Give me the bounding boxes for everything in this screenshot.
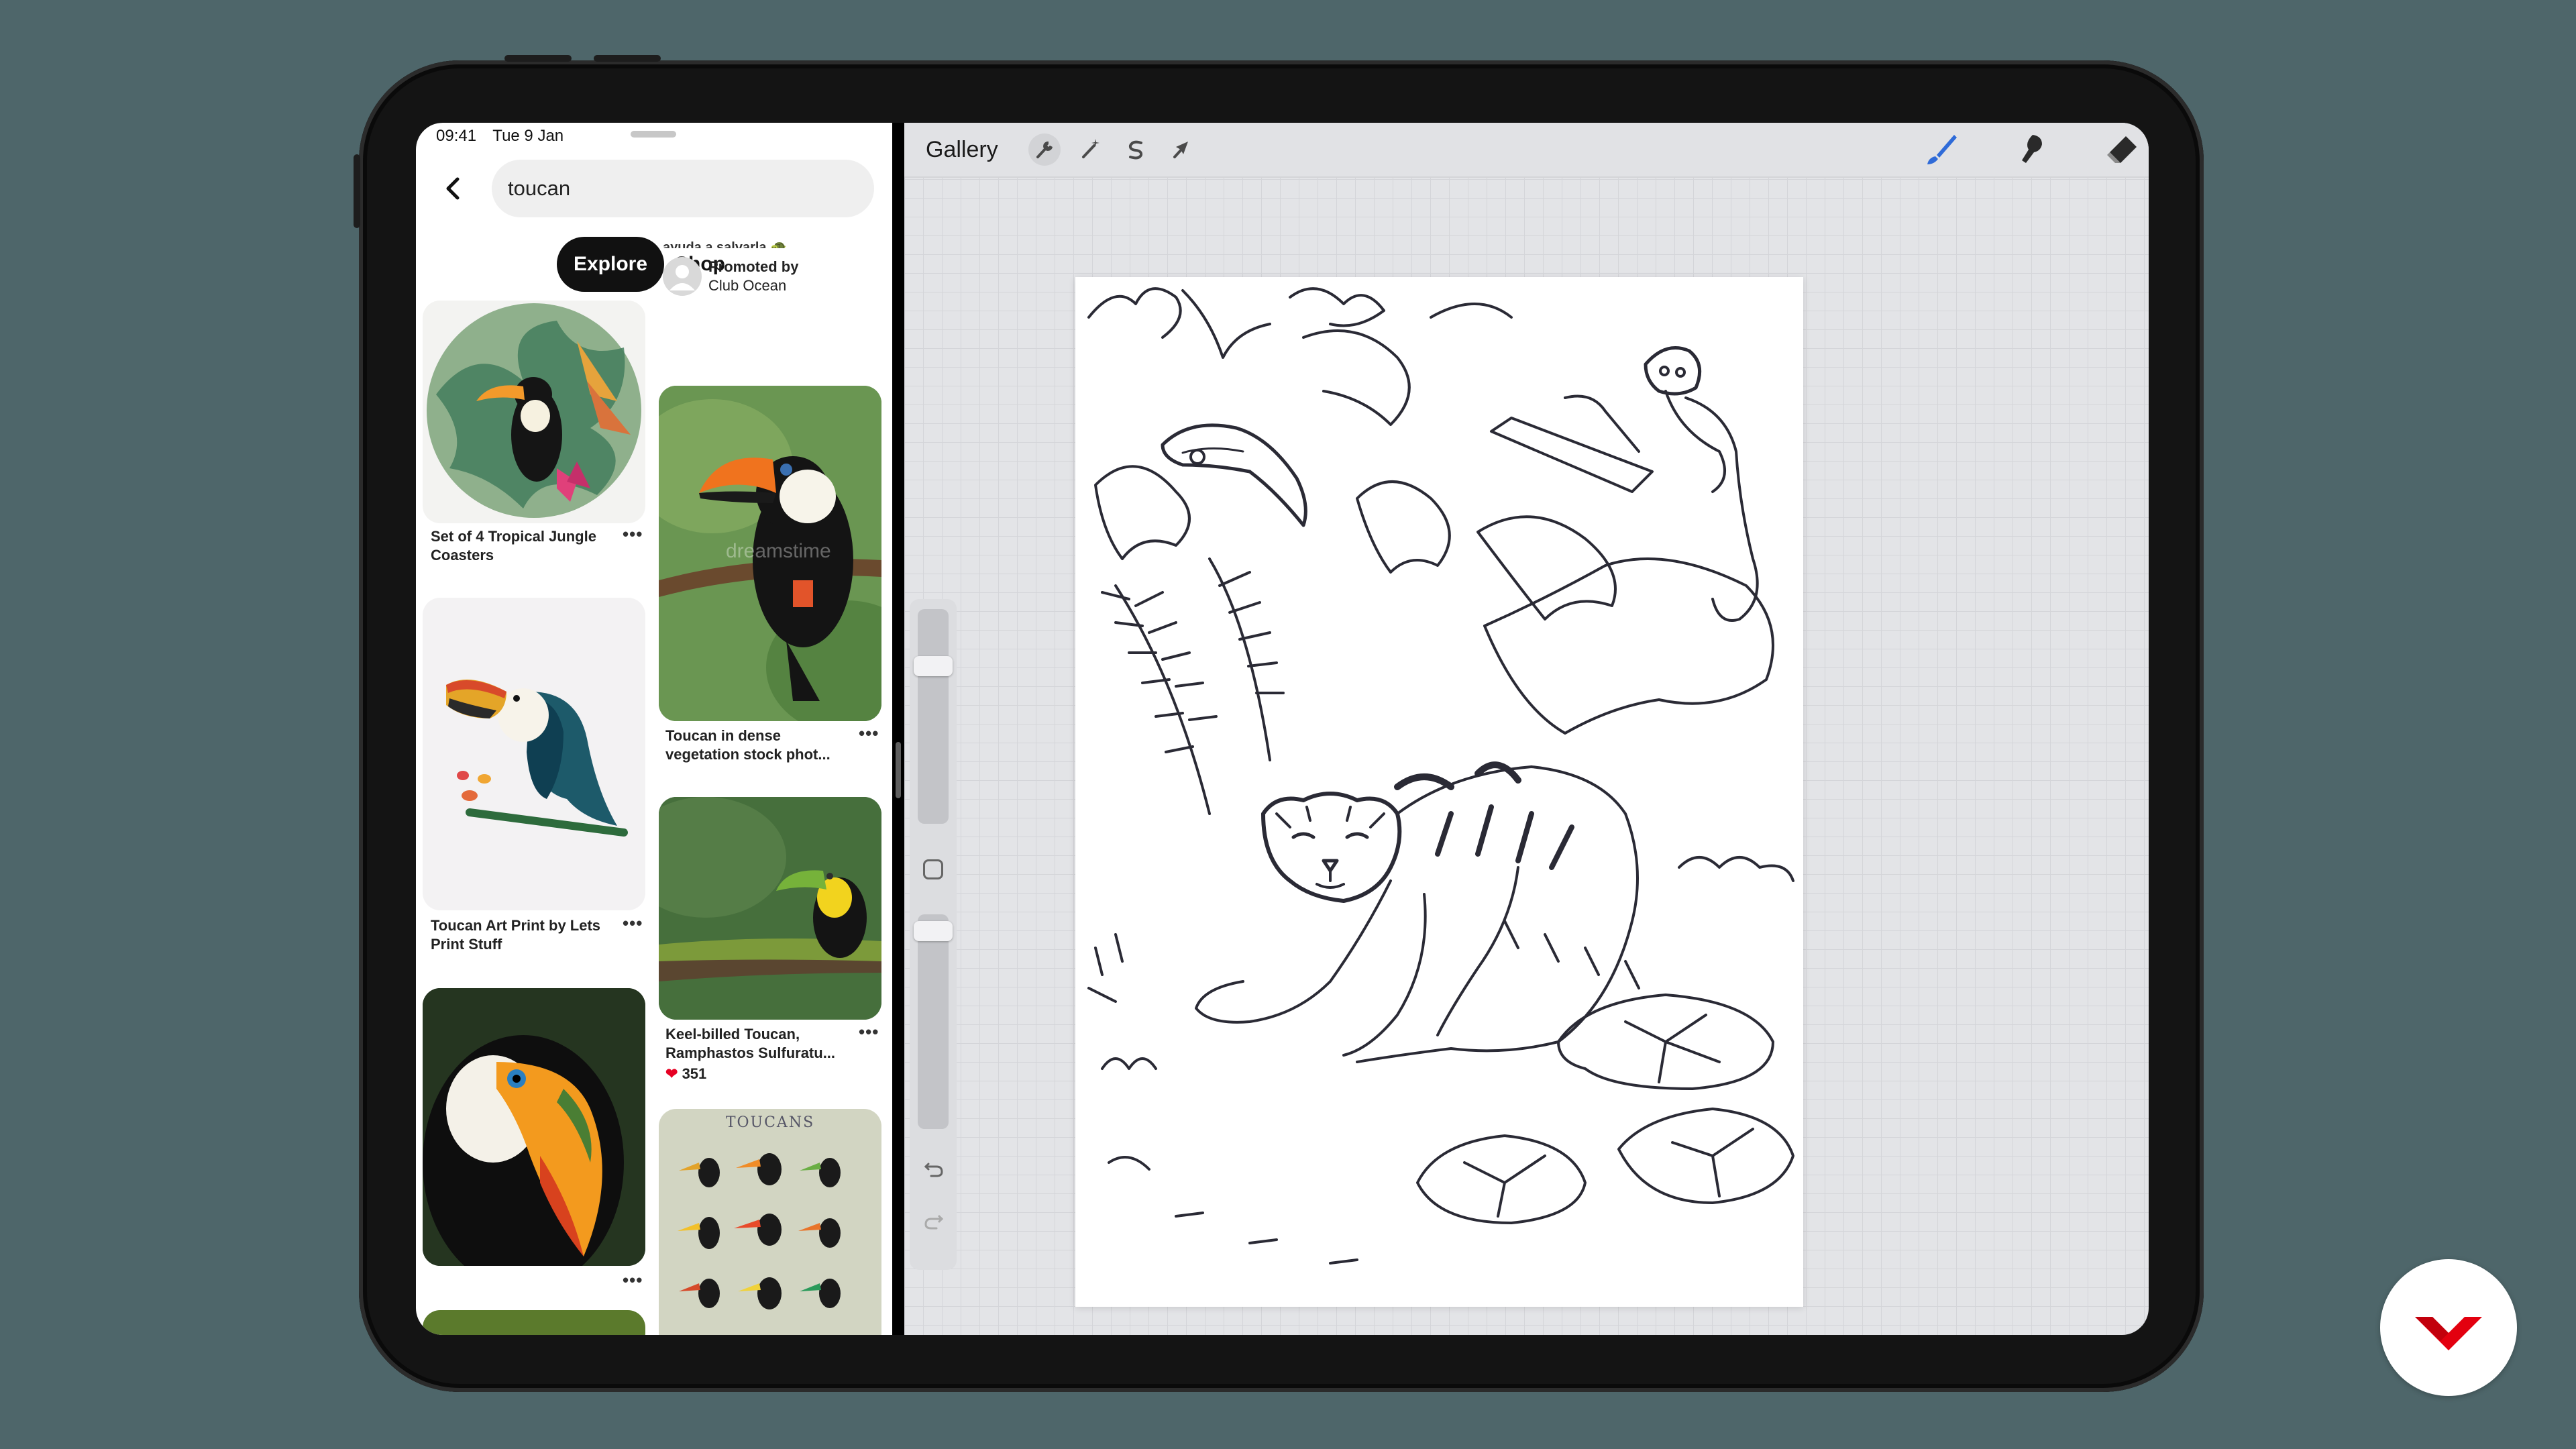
redo-icon[interactable]: [922, 1208, 946, 1232]
caption-line: Keel-billed Toucan,: [665, 1026, 800, 1042]
pin-caption: Toucan Art Print by Lets Print Stuff: [431, 916, 600, 954]
advertiser-name[interactable]: Club Ocean: [708, 277, 786, 294]
eraser-icon[interactable]: [2102, 129, 2142, 170]
brush-icon[interactable]: [1921, 129, 1961, 170]
status-date: Tue 9 Jan: [492, 127, 564, 145]
pin-more-button[interactable]: •••: [859, 723, 879, 744]
caption-line: vegetation stock phot...: [665, 746, 830, 763]
pin-jungle-coaster[interactable]: [423, 301, 645, 523]
brush-size-knob[interactable]: [914, 656, 953, 676]
pin-caption: Set of 4 Tropical Jungle Coasters: [431, 527, 596, 565]
coaster-image: [427, 303, 641, 518]
saves-count: 351: [682, 1065, 707, 1082]
caption-line: Set of 4 Tropical Jungle: [431, 528, 596, 545]
ipad-top-button: [594, 55, 661, 62]
caption-line: Print Stuff: [431, 936, 502, 953]
split-view-handle[interactable]: [896, 742, 901, 798]
advertiser-avatar[interactable]: [663, 257, 702, 296]
brand-logo: [2380, 1259, 2517, 1396]
pin-more-button[interactable]: •••: [859, 1022, 879, 1042]
pin-saves: ❤ 351: [665, 1065, 706, 1083]
search-input[interactable]: toucan: [492, 160, 874, 217]
ipad-side-button: [354, 154, 360, 228]
ipad-screen: 09:41 Tue 9 Jan toucan Explore Shop Set …: [416, 123, 2149, 1335]
avatar-icon: [669, 265, 695, 290]
opacity-knob[interactable]: [914, 921, 953, 941]
pin-toucan-closeup[interactable]: [423, 988, 645, 1266]
back-arrow-icon[interactable]: [440, 175, 467, 202]
procreate-toolbar: Gallery: [904, 123, 2149, 178]
procreate-pane: Gallery: [904, 123, 2149, 1335]
opacity-slider[interactable]: [918, 914, 949, 1129]
pin-toucan-stock-photo[interactable]: dreamstime: [659, 386, 881, 721]
caption-line: Ramphastos Sulfuratu...: [665, 1044, 836, 1061]
heart-icon: ❤: [665, 1065, 678, 1082]
toucan-illustration: [446, 680, 628, 837]
status-bar: 09:41 Tue 9 Jan: [436, 127, 576, 146]
promoted-pin-title: ayuda a salvarla 🐢: [663, 240, 788, 248]
pinterest-pane: 09:41 Tue 9 Jan toucan Explore Shop Set …: [416, 123, 892, 1335]
caption-line: Coasters: [431, 547, 494, 564]
promoted-by-label: Promoted by: [708, 258, 799, 275]
tab-explore[interactable]: Explore: [557, 237, 664, 292]
keel-billed-toucan-photo: [659, 797, 881, 1020]
photo-watermark: dreamstime: [726, 540, 831, 562]
pin-more-button[interactable]: •••: [623, 1270, 643, 1291]
pin-more-button[interactable]: •••: [623, 913, 643, 934]
pin-keel-billed-toucan[interactable]: [659, 797, 881, 1020]
multitask-handle[interactable]: [631, 131, 676, 138]
undo-icon[interactable]: [922, 1156, 946, 1180]
brand-logo-icon: [2415, 1317, 2482, 1350]
gallery-button[interactable]: Gallery: [926, 131, 998, 168]
pin-caption: Keel-billed Toucan, Ramphastos Sulfuratu…: [665, 1025, 835, 1063]
pin-toucan-art-print[interactable]: [423, 598, 645, 910]
ipad-top-button: [504, 55, 572, 62]
modify-button[interactable]: [923, 859, 943, 879]
caption-line: Toucan in dense: [665, 727, 781, 744]
caption-line: Toucan Art Print by Lets: [431, 917, 601, 934]
pin-partial[interactable]: [423, 1310, 645, 1335]
brush-size-slider[interactable]: [918, 609, 949, 824]
smudge-icon[interactable]: [2011, 129, 2051, 170]
drawing-canvas[interactable]: [1075, 277, 1803, 1307]
status-time: 09:41: [436, 127, 477, 145]
selection-icon[interactable]: [1118, 132, 1153, 167]
toucan-closeup-photo: [423, 988, 645, 1266]
jungle-tiger-sketch: [1087, 287, 1794, 1265]
pin-toucans-poster[interactable]: TOUCANS: [659, 1109, 881, 1335]
pin-more-button[interactable]: •••: [623, 524, 643, 545]
toucan-species-grid: [678, 1153, 841, 1309]
wrench-icon[interactable]: [1027, 132, 1062, 167]
magic-wand-icon[interactable]: [1073, 132, 1108, 167]
transform-arrow-icon[interactable]: [1164, 132, 1199, 167]
split-view-divider: [892, 123, 904, 1335]
pin-caption: Toucan in dense vegetation stock phot...: [665, 727, 830, 764]
brush-sidebar: [910, 599, 957, 1270]
